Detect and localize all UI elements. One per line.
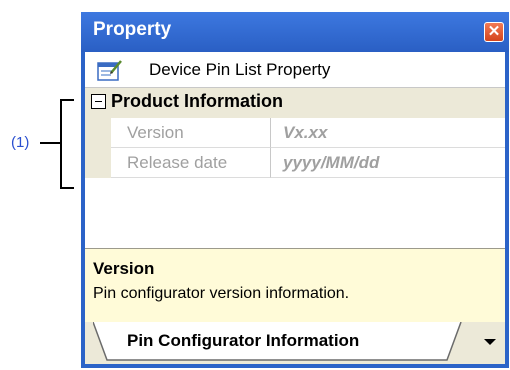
callout-label: (1) <box>11 134 30 151</box>
title-bar[interactable]: Property ✕ <box>81 12 509 52</box>
tab-label: Pin Configurator Information <box>127 331 360 350</box>
property-panel: Property ✕ Device Pin List Property Prod… <box>81 12 509 368</box>
tab-bar: Pin Configurator Information <box>85 322 505 364</box>
close-button[interactable]: ✕ <box>484 22 504 42</box>
property-value[interactable]: yyyy/MM/dd <box>271 148 505 178</box>
property-name: Version <box>111 118 271 148</box>
tab-dropdown-icon[interactable] <box>475 322 505 362</box>
property-name: Release date <box>111 148 271 178</box>
category-label: Product Information <box>111 91 283 111</box>
property-page-icon <box>97 59 123 86</box>
panel-title: Property <box>93 19 172 40</box>
description-text: Pin configurator version information. <box>93 285 350 302</box>
property-header-text: Device Pin List Property <box>149 60 331 79</box>
tab-pin-configurator-information[interactable]: Pin Configurator Information <box>93 322 465 362</box>
property-content: Device Pin List Property Product Informa… <box>85 52 505 364</box>
description-title: Version <box>93 259 155 278</box>
collapse-icon[interactable] <box>91 94 106 109</box>
property-row-release-date[interactable]: Release date yyyy/MM/dd <box>85 148 505 178</box>
property-value[interactable]: Vx.xx <box>271 118 505 148</box>
property-header: Device Pin List Property <box>85 52 505 88</box>
row-margin <box>85 148 111 178</box>
property-row-version[interactable]: Version Vx.xx <box>85 118 505 148</box>
row-margin <box>85 118 111 148</box>
category-product-information[interactable]: Product Information <box>85 88 505 118</box>
callout-leader-line <box>40 142 60 144</box>
close-icon: ✕ <box>487 23 501 40</box>
callout-bracket <box>60 99 74 189</box>
description-pane: Version Pin configurator version informa… <box>85 248 505 322</box>
